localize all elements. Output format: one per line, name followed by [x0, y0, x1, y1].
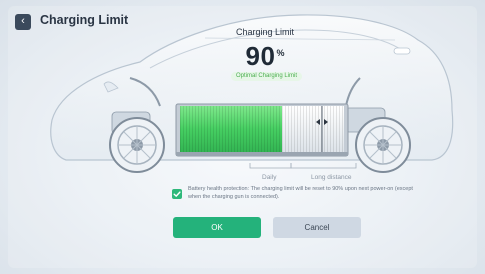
ok-button[interactable]: OK: [173, 217, 261, 238]
limit-value: 90%: [200, 41, 330, 72]
checkmark-icon: [173, 191, 181, 197]
daily-range-bracket: [249, 163, 292, 169]
headlight: [393, 47, 411, 55]
front-wheel: [355, 117, 411, 173]
protection-note: Battery health protection: The charging …: [188, 186, 413, 200]
charging-limit-screen: ‹ Charging Limit Charging Limit 90% Opti…: [0, 0, 485, 274]
protection-checkbox[interactable]: [172, 189, 182, 199]
long-distance-range-bracket: [290, 163, 357, 169]
mode-label-daily: Daily: [262, 174, 277, 181]
page-title: Charging Limit: [40, 13, 129, 27]
chevron-left-icon: ‹: [21, 15, 25, 27]
limit-panel-title: Charging Limit: [235, 27, 295, 37]
limit-unit: %: [276, 48, 285, 58]
optimal-limit-badge: Optimal Charging Limit: [231, 72, 302, 81]
mode-label-long-distance: Long distance: [311, 174, 352, 181]
rear-wheel: [109, 117, 165, 173]
back-button[interactable]: ‹: [15, 14, 31, 30]
cancel-button[interactable]: Cancel: [273, 217, 361, 238]
limit-number: 90: [245, 41, 276, 71]
